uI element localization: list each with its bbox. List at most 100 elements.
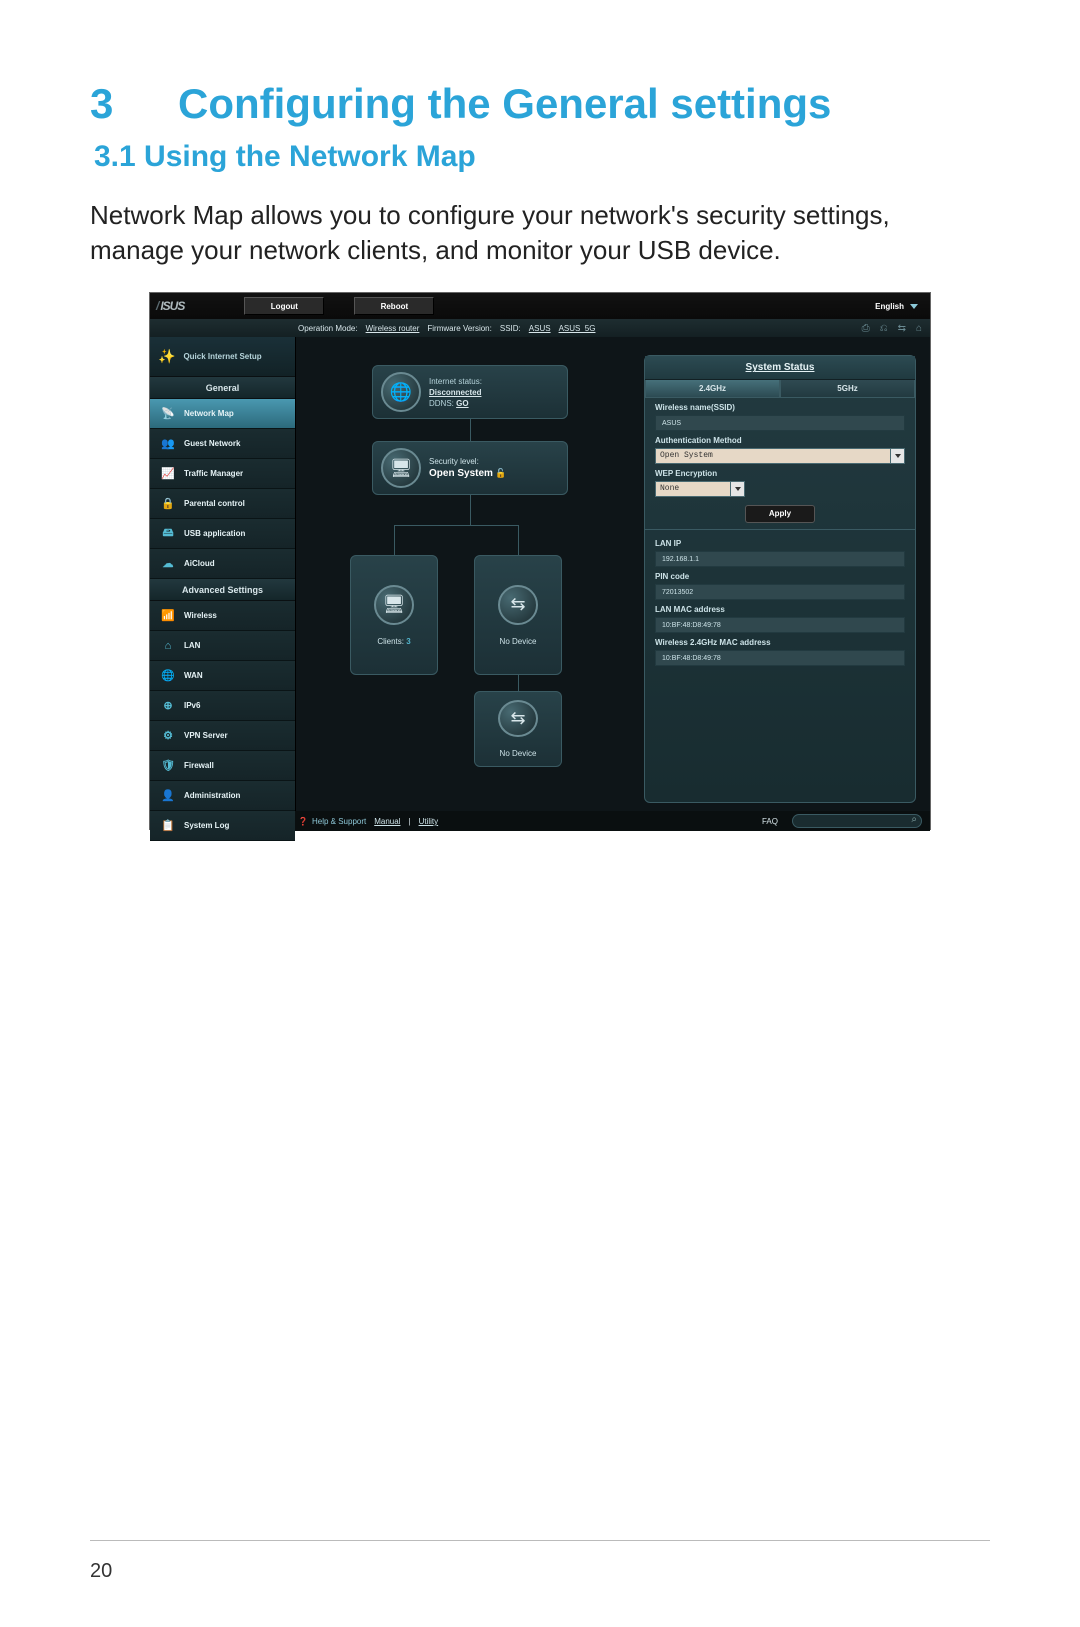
ddns-link[interactable]: GO	[456, 399, 468, 408]
nav-label: Firewall	[184, 761, 214, 770]
nav-label: LAN	[184, 641, 200, 650]
nav-vpn[interactable]: ⚙ VPN Server	[150, 721, 295, 751]
nav-label: Administration	[184, 791, 240, 800]
nav-firewall[interactable]: 🛡 Firewall	[150, 751, 295, 781]
op-mode-label: Operation Mode:	[298, 324, 358, 333]
section-title: 3.1 Using the Network Map	[94, 140, 990, 174]
storage-status-icon[interactable]: ⌂	[916, 323, 922, 334]
ipv6-icon: ⊕	[160, 699, 176, 712]
w24-mac-label: Wireless 2.4GHz MAC address	[645, 633, 915, 650]
usb-status-icon[interactable]: ⇆	[898, 323, 906, 334]
nav-network-map[interactable]: 📡 Network Map	[150, 399, 295, 429]
wep-value: None	[656, 482, 730, 496]
internet-card[interactable]: 🌐 Internet status: Disconnected DDNS: GO	[372, 365, 568, 419]
manual-link[interactable]: Manual	[374, 817, 400, 826]
tab-24ghz[interactable]: 2.4GHz	[645, 380, 780, 398]
nav-admin[interactable]: 👤 Administration	[150, 781, 295, 811]
guest-icon: 👥	[160, 437, 176, 450]
nav-traffic-manager[interactable]: 📈 Traffic Manager	[150, 459, 295, 489]
page-rule	[90, 1540, 990, 1541]
pin-label: PIN code	[645, 567, 915, 584]
vpn-icon: ⚙	[160, 729, 176, 742]
wep-label: WEP Encryption	[645, 464, 915, 481]
ssid-value-1[interactable]: ASUS	[529, 324, 551, 333]
nav-label: Wireless	[184, 611, 217, 620]
admin-icon: 👤	[160, 789, 176, 802]
help-label: Help & Support	[312, 817, 366, 826]
help-support: ❓ Help & Support	[298, 817, 366, 826]
globe-icon: 🌐	[160, 669, 176, 682]
router-ui-screenshot: /ISUS Logout Reboot English Operation Mo…	[149, 292, 931, 830]
nav-usb-app[interactable]: 🖴 USB application	[150, 519, 295, 549]
cloud-icon: ☁	[160, 557, 176, 570]
security-value: Open System	[429, 468, 493, 479]
globe-icon: 🌐	[381, 372, 421, 412]
nav-label: Parental control	[184, 499, 245, 508]
nav-wireless[interactable]: 📶 Wireless	[150, 601, 295, 631]
security-label: Security level:	[429, 457, 479, 466]
traffic-icon: 📈	[160, 467, 176, 480]
nav-label: WAN	[184, 671, 203, 680]
usb-icon: 🖴	[160, 524, 176, 543]
usb2-label: No Device	[500, 749, 537, 758]
usb-card-2[interactable]: ⇆ No Device	[474, 691, 562, 767]
nav-wan[interactable]: 🌐 WAN	[150, 661, 295, 691]
panel-title: System Status	[645, 356, 915, 380]
separator: |	[408, 817, 410, 826]
qis-label: Quick Internet Setup	[183, 352, 261, 361]
op-mode-value[interactable]: Wireless router	[366, 324, 420, 333]
system-status-panel: System Status 2.4GHz 5GHz Wireless name(…	[644, 355, 916, 803]
clients-card[interactable]: 🖥 Clients: 3	[350, 555, 438, 675]
nav-label: VPN Server	[184, 731, 228, 740]
help-icon: ❓	[298, 817, 308, 826]
ssid-input[interactable]: ASUS	[655, 415, 905, 431]
lan-mac-value: 10:BF:48:D8:49:78	[655, 617, 905, 633]
ssid-label: SSID:	[500, 324, 521, 333]
fw-label: Firmware Version:	[427, 324, 491, 333]
network-map-icon: 📡	[160, 407, 176, 420]
utility-link[interactable]: Utility	[419, 817, 439, 826]
nav-aicloud[interactable]: ☁ AiCloud	[150, 549, 295, 579]
status-icon-2[interactable]: ⎌	[880, 323, 888, 334]
general-header: General	[150, 377, 295, 399]
clients-icon: 🖥	[374, 585, 414, 625]
auth-select[interactable]: Open System	[655, 448, 905, 464]
usb-card-1[interactable]: ⇆ No Device	[474, 555, 562, 675]
ssid-value-2[interactable]: ASUS_5G	[559, 324, 596, 333]
dropdown-arrow-icon	[890, 449, 904, 463]
status-icon-1[interactable]: ⎙	[862, 323, 870, 334]
language-label: English	[875, 302, 904, 311]
reboot-button[interactable]: Reboot	[354, 297, 434, 315]
nav-label: Network Map	[184, 409, 234, 418]
internet-status-label: Internet status:	[429, 377, 482, 386]
router-card[interactable]: 🖥 Security level: Open System 🔓	[372, 441, 568, 495]
wep-select[interactable]: None	[655, 481, 745, 497]
quick-internet-setup[interactable]: ✨ Quick Internet Setup	[150, 337, 295, 377]
logout-button[interactable]: Logout	[244, 297, 324, 315]
nav-label: Guest Network	[184, 439, 240, 448]
tab-5ghz[interactable]: 5GHz	[780, 380, 915, 398]
shield-icon: 🛡	[160, 759, 176, 772]
content-area: 🌐 Internet status: Disconnected DDNS: GO…	[296, 337, 930, 811]
top-bar: /ISUS Logout Reboot English	[150, 293, 930, 319]
wand-icon: ✨	[158, 348, 175, 365]
nav-syslog[interactable]: 📋 System Log	[150, 811, 295, 841]
body-paragraph: Network Map allows you to configure your…	[90, 198, 990, 268]
lan-ip-value: 192.168.1.1	[655, 551, 905, 567]
faq-label: FAQ	[762, 817, 778, 826]
wifi-icon: 📶	[160, 609, 176, 622]
ssid-label: Wireless name(SSID)	[645, 398, 915, 415]
nav-label: AiCloud	[184, 559, 215, 568]
faq-search[interactable]	[792, 814, 922, 828]
language-selector[interactable]: English	[875, 302, 918, 311]
nav-ipv6[interactable]: ⊕ IPv6	[150, 691, 295, 721]
network-map-area: 🌐 Internet status: Disconnected DDNS: GO…	[310, 355, 628, 803]
usb1-label: No Device	[500, 637, 537, 646]
lock-icon: 🔒	[160, 497, 176, 510]
dropdown-arrow-icon	[730, 482, 744, 496]
nav-guest-network[interactable]: 👥 Guest Network	[150, 429, 295, 459]
nav-parental[interactable]: 🔒 Parental control	[150, 489, 295, 519]
nav-lan[interactable]: ⌂ LAN	[150, 631, 295, 661]
apply-button[interactable]: Apply	[745, 505, 815, 523]
clients-count: 3	[406, 637, 410, 646]
